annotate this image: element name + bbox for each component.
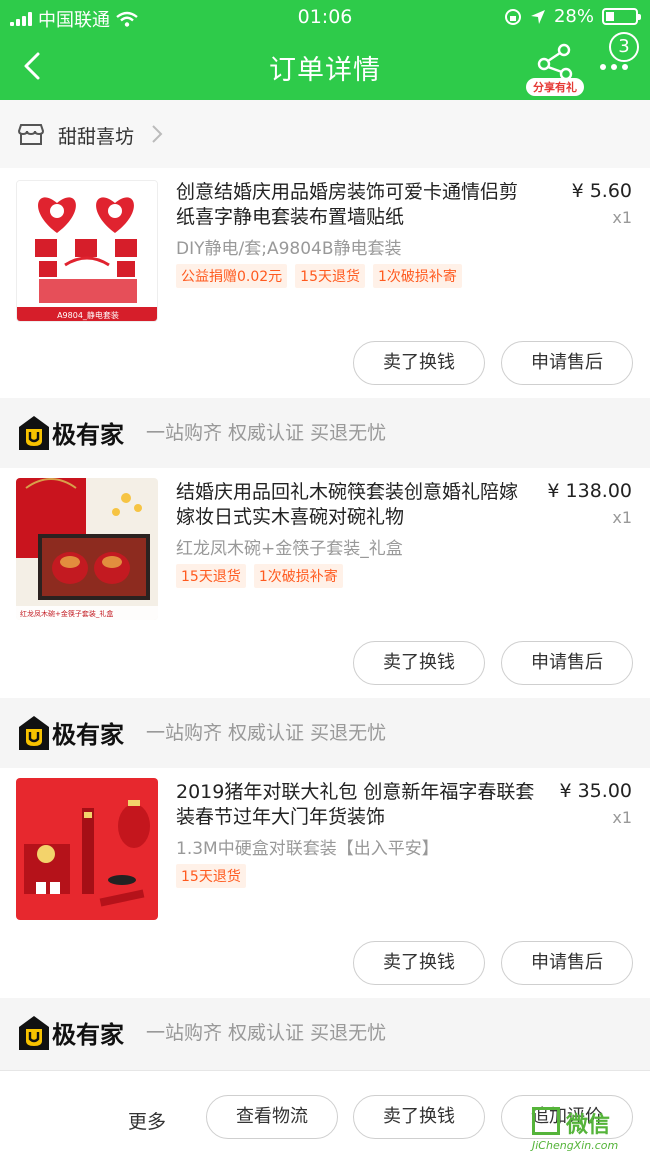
after-sales-button[interactable]: 申请售后 <box>501 341 633 385</box>
brand-name: 极有家 <box>52 421 124 449</box>
paper-cut-hearts-image: A9804_静电套装 <box>17 181 157 321</box>
home-brand-logo-icon <box>19 716 49 750</box>
product-title[interactable]: 2019猪年对联大礼包 创意新年福字春联套装春节过年大门年货装饰 <box>176 780 536 830</box>
brand-bar[interactable]: 极有家 一站购齐 权威认证 买退无忧 <box>0 998 650 1070</box>
watermark: 微信 JiChengXin.com <box>532 1107 644 1153</box>
brand-bar[interactable]: 极有家 一站购齐 权威认证 买退无忧 <box>0 398 650 468</box>
product-price: ¥ 35.00 <box>559 780 632 802</box>
app-header: 中国联通 01:06 28% 订单详情 分享有礼 3 <box>0 0 650 100</box>
share-label: 分享有礼 <box>526 78 584 96</box>
service-tag: 15天退货 <box>176 564 246 588</box>
brand-bar[interactable]: 极有家 一站购齐 权威认证 买退无忧 <box>0 698 650 768</box>
order-item[interactable]: A9804_静电套装 创意结婚庆用品婚房装饰可爱卡通情侣剪纸喜字静电套装布置墙贴… <box>0 168 650 398</box>
service-tags: 公益捐赠0.02元 15天退货 1次破损补寄 <box>176 264 462 288</box>
location-icon <box>530 9 545 24</box>
order-item[interactable]: 红龙凤木碗+金筷子套装_礼盒 结婚庆用品回礼木碗筷套装创意婚礼陪嫁嫁妆日式实木喜… <box>0 468 650 698</box>
product-price: ¥ 138.00 <box>547 480 632 502</box>
product-quantity: x1 <box>612 208 632 227</box>
sell-button[interactable]: 卖了换钱 <box>353 341 485 385</box>
notification-badge: 3 <box>609 32 639 62</box>
status-bar: 中国联通 01:06 28% <box>0 0 650 34</box>
brand-slogan: 一站购齐 权威认证 买退无忧 <box>146 422 387 444</box>
chevron-right-icon <box>152 125 163 143</box>
product-spec: 红龙凤木碗+金筷子套装_礼盒 <box>176 539 403 559</box>
product-spec: 1.3M中硬盒对联套装【出入平安】 <box>176 839 439 859</box>
service-tags: 15天退货 1次破损补寄 <box>176 564 343 588</box>
order-item[interactable]: 2019猪年对联大礼包 创意新年福字春联套装春节过年大门年货装饰 ¥ 35.00… <box>0 768 650 998</box>
more-menu-button[interactable] <box>600 60 634 74</box>
product-title[interactable]: 结婚庆用品回礼木碗筷套装创意婚礼陪嫁嫁妆日式实木喜碗对碗礼物 <box>176 480 536 530</box>
share-button[interactable]: 分享有礼 <box>526 40 584 96</box>
view-logistics-button[interactable]: 查看物流 <box>206 1095 338 1139</box>
product-image[interactable]: A9804_静电套装 <box>16 180 158 322</box>
store-icon <box>18 124 44 145</box>
after-sales-button[interactable]: 申请售后 <box>501 941 633 985</box>
product-image[interactable]: 红龙凤木碗+金筷子套装_礼盒 <box>16 478 158 620</box>
nav-bar: 订单详情 分享有礼 3 <box>0 32 650 100</box>
product-quantity: x1 <box>612 808 632 827</box>
product-price: ¥ 5.60 <box>571 180 632 202</box>
product-title[interactable]: 创意结婚庆用品婚房装饰可爱卡通情侣剪纸喜字静电套装布置墙贴纸 <box>176 180 536 230</box>
brand-name: 极有家 <box>52 1021 124 1049</box>
battery-icon <box>602 8 641 25</box>
sell-button[interactable]: 卖了换钱 <box>353 1095 485 1139</box>
rotation-lock-icon <box>504 8 521 25</box>
home-brand-logo-icon <box>19 416 49 450</box>
image-caption: A9804_静电套装 <box>57 310 119 320</box>
service-tags: 15天退货 <box>176 864 246 888</box>
brand-slogan: 一站购齐 权威认证 买退无忧 <box>146 722 387 744</box>
home-brand-logo-icon <box>19 1016 49 1050</box>
image-caption: 红龙凤木碗+金筷子套装_礼盒 <box>20 609 113 618</box>
after-sales-button[interactable]: 申请售后 <box>501 641 633 685</box>
service-tag: 15天退货 <box>295 264 365 288</box>
sell-button[interactable]: 卖了换钱 <box>353 641 485 685</box>
service-tag: 15天退货 <box>176 864 246 888</box>
battery-percent: 28% <box>553 6 594 27</box>
product-spec: DIY静电/套;A9804B静电套装 <box>176 239 402 259</box>
wooden-bowl-gift-box-image: 红龙凤木碗+金筷子套装_礼盒 <box>16 478 158 620</box>
shop-header[interactable]: 甜甜喜坊 <box>0 100 650 168</box>
share-icon <box>537 43 573 81</box>
more-actions-button[interactable]: 更多 <box>128 1107 166 1134</box>
service-tag: 公益捐赠0.02元 <box>176 264 288 288</box>
watermark-logo-icon <box>532 1107 560 1135</box>
product-quantity: x1 <box>612 508 632 527</box>
brand-name: 极有家 <box>52 721 124 749</box>
spring-couplet-set-image <box>16 778 158 920</box>
service-tag: 1次破损补寄 <box>373 264 462 288</box>
sell-button[interactable]: 卖了换钱 <box>353 941 485 985</box>
watermark-text: 微信 <box>566 1113 611 1138</box>
service-tag: 1次破损补寄 <box>253 564 343 588</box>
product-image[interactable] <box>16 778 158 920</box>
shop-name[interactable]: 甜甜喜坊 <box>58 122 134 149</box>
brand-slogan: 一站购齐 权威认证 买退无忧 <box>146 1022 387 1044</box>
watermark-url: JiChengXin.com <box>532 1139 619 1152</box>
